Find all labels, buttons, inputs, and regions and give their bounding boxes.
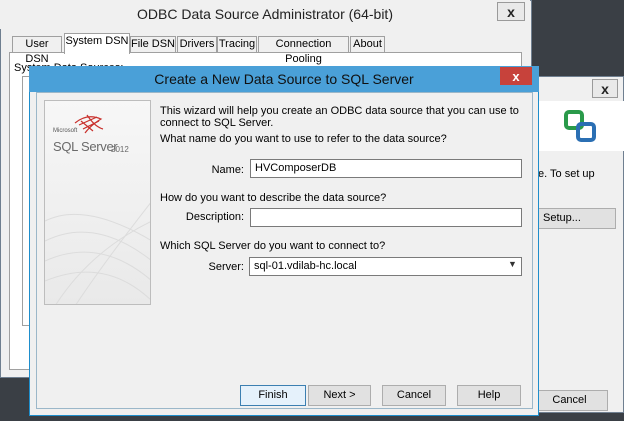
setup-button[interactable]: Setup... [538,208,616,229]
server-question: Which SQL Server do you want to connect … [160,240,386,252]
server-label: Server: [208,261,244,273]
secondary-description: e. To set up [538,168,595,180]
name-field[interactable]: HVComposerDB [250,159,522,178]
sql-server-wordmark: SQL Server [53,139,118,154]
odbc-admin-close-button[interactable]: x [497,2,525,21]
odbc-logo-icon [560,108,604,148]
wizard-intro-text: This wizard will help you create an ODBC… [160,105,519,129]
sql-server-version: 2012 [111,145,129,154]
secondary-cancel-button[interactable]: Cancel [531,390,608,411]
server-combobox[interactable]: sql-01.vdilab-hc.local [249,257,522,276]
description-label: Description: [185,211,244,223]
tab-file-dsn[interactable]: File DSN [130,36,176,52]
microsoft-wordmark: Microsoft [53,128,78,134]
cancel-button[interactable]: Cancel [382,385,446,406]
dialog-title: Create a New Data Source to SQL Server [154,71,414,87]
name-question: What name do you want to use to refer to… [160,133,447,145]
finish-button[interactable]: Finish [240,385,306,406]
chevron-down-icon[interactable]: ▼ [508,259,517,269]
tab-system-dsn[interactable]: System DSN [64,33,130,54]
tab-tracing[interactable]: Tracing [217,36,257,52]
tab-connection-pooling[interactable]: Connection Pooling [258,36,349,65]
tab-user-dsn[interactable]: User DSN [12,36,62,65]
tab-about[interactable]: About [350,36,385,52]
dialog-close-button[interactable]: x [500,67,532,85]
description-field[interactable] [250,208,522,227]
next-button[interactable]: Next > [308,385,371,406]
help-button[interactable]: Help [457,385,521,406]
tab-drivers[interactable]: Drivers [177,36,217,52]
secondary-close-button[interactable]: x [592,79,618,98]
name-label: Name: [211,164,244,176]
description-question: How do you want to describe the data sou… [160,192,387,204]
odbc-admin-title: ODBC Data Source Administrator (64-bit) [137,6,393,22]
